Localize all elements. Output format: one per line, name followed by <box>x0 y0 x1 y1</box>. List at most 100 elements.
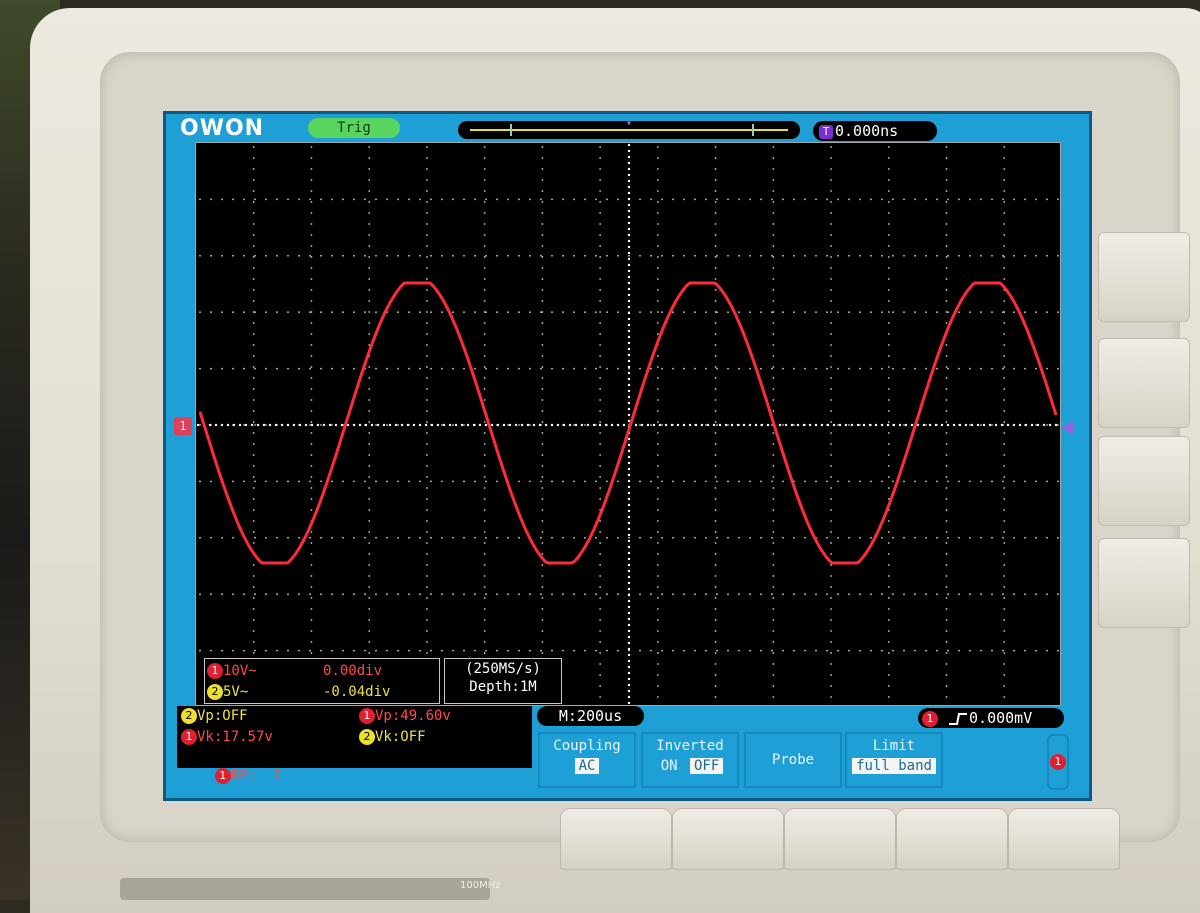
graticule-dot <box>627 443 631 447</box>
graticule-dot <box>830 553 832 555</box>
graticule-dot <box>627 257 631 261</box>
graticule-dot <box>804 367 806 370</box>
graticule-dot <box>541 498 544 500</box>
menu-probe[interactable]: Probe <box>744 732 842 788</box>
graticule-dot <box>474 649 476 652</box>
graticule-dot <box>368 553 371 555</box>
graticule-dot <box>760 536 762 539</box>
side-button-4[interactable] <box>1098 538 1190 628</box>
graticule-dot <box>793 593 795 596</box>
graticule-dot <box>320 480 322 483</box>
graticule-dot <box>945 630 948 632</box>
graticule-dot <box>368 388 371 390</box>
graticule-dot <box>714 289 717 291</box>
graticule-dot <box>826 593 828 596</box>
menu-limit[interactable]: Limit full band <box>845 732 943 788</box>
menu-inverted[interactable]: Inverted ON OFF <box>641 732 739 788</box>
graticule-dot <box>485 480 487 483</box>
graticule-dot <box>868 423 872 427</box>
graticule-dot <box>627 203 631 207</box>
graticule-dot <box>606 536 608 539</box>
graticule-dot <box>958 593 960 596</box>
side-button-2[interactable] <box>1098 338 1190 428</box>
graticule-dot <box>599 245 602 247</box>
graticule-dot <box>790 423 794 427</box>
graticule-dot <box>772 498 775 500</box>
graticule-dot <box>887 201 890 203</box>
graticule-dot <box>903 198 905 201</box>
graticule-dot <box>716 649 718 652</box>
graticule-dot <box>714 674 717 676</box>
graticule-dot <box>887 652 890 654</box>
side-button-1[interactable] <box>1098 232 1190 322</box>
graticule-dot <box>887 696 890 698</box>
graticule-dot <box>830 498 832 500</box>
graticule-dot <box>485 254 487 257</box>
graticule-dot <box>887 267 890 269</box>
graticule-dot <box>1057 424 1059 426</box>
graticule-dot <box>650 198 652 201</box>
graticule-dot <box>599 432 602 434</box>
graticule-dot <box>256 423 260 427</box>
graticule-dot <box>463 367 465 370</box>
graticule-dot <box>1003 454 1006 456</box>
graticule-dot <box>980 649 982 652</box>
graticule-dot <box>934 423 938 427</box>
graticule-dot <box>826 254 828 257</box>
graticule-dot <box>804 480 806 483</box>
graticule-dot <box>627 701 631 705</box>
graticule-dot <box>368 652 371 654</box>
graticule-dot <box>714 564 717 566</box>
graticule-dot <box>714 476 717 478</box>
model-label-plate: 100MHz <box>120 878 500 900</box>
menu-button-5[interactable] <box>1008 808 1120 870</box>
graticule-dot <box>298 254 300 257</box>
graticule-dot <box>830 531 832 533</box>
graticule-dot <box>310 256 313 258</box>
graticule-dot <box>397 311 399 314</box>
graticule-dot <box>252 531 255 533</box>
graticule-dot <box>1003 553 1006 555</box>
graticule-dot <box>945 487 948 489</box>
graticule-dot <box>772 619 775 621</box>
graticule-dot <box>353 593 355 596</box>
graticule-dot <box>1024 311 1026 314</box>
menu-button-1[interactable] <box>560 808 672 870</box>
graticule-dot <box>887 432 890 434</box>
graticule-dot <box>1003 630 1006 632</box>
graticule-dot <box>364 423 368 427</box>
graticule-dot <box>782 311 784 314</box>
menu-button-2[interactable] <box>672 808 784 870</box>
graticule-dot <box>714 487 717 489</box>
graticule-dot <box>830 245 832 247</box>
graticule-dot <box>408 536 410 539</box>
graticule-dot <box>334 423 338 427</box>
graticule-dot <box>887 179 890 181</box>
graticule-dot <box>252 201 255 203</box>
graticule-dot <box>310 487 313 489</box>
graticule-dot <box>922 423 926 427</box>
graticule-dot <box>252 168 255 170</box>
graticule-dot <box>844 423 848 427</box>
graticule-dot <box>1003 487 1006 489</box>
graticule-dot <box>310 278 313 280</box>
graticule-dot <box>627 323 631 327</box>
graticule-dot <box>441 480 443 483</box>
graticule-dot <box>661 424 663 426</box>
menu-coupling[interactable]: Coupling AC <box>538 732 636 788</box>
graticule-dot <box>368 542 371 544</box>
graticule-dot <box>298 536 300 539</box>
graticule-dot <box>287 480 289 483</box>
menu-button-4[interactable] <box>896 808 1008 870</box>
graticule-dot <box>705 480 707 483</box>
graticule-dot <box>426 267 428 269</box>
graticule-dot <box>627 689 631 693</box>
menu-button-3[interactable] <box>784 808 896 870</box>
measurement-ch2-badge: 2 <box>181 708 197 724</box>
graticule-dot <box>368 564 371 566</box>
graticule-dot <box>252 564 255 566</box>
graticule-dot <box>656 553 659 555</box>
graticule-dot <box>859 311 861 314</box>
graticule-dot <box>947 480 949 483</box>
side-button-3[interactable] <box>1098 436 1190 526</box>
